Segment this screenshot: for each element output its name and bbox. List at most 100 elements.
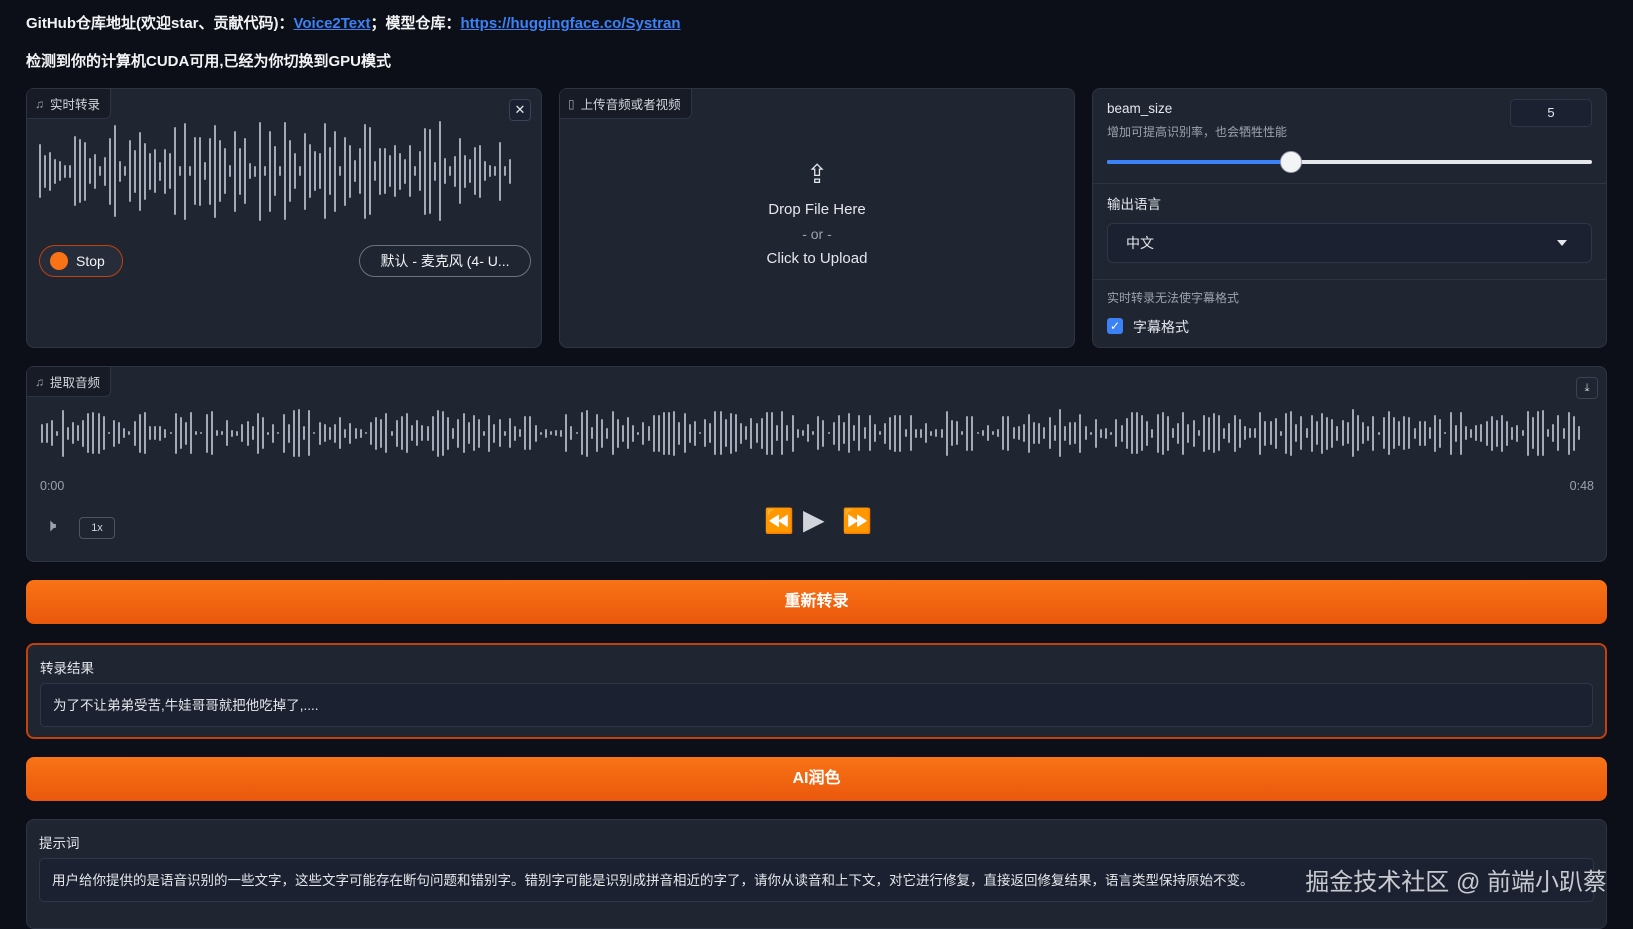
divider <box>1093 183 1606 184</box>
waveform-bar <box>41 423 43 443</box>
waveform-bar <box>1387 411 1390 455</box>
waveform-bar <box>894 414 897 452</box>
waveform-bar <box>395 419 398 447</box>
upload-dropzone[interactable]: ⇪ Drop File Here - or - Click to Upload <box>560 161 1074 267</box>
watermark: 掘金技术社区 @ 前端小趴蔡 <box>1305 869 1607 896</box>
waveform-bar <box>214 124 216 218</box>
waveform-bar <box>421 425 424 441</box>
waveform-bar <box>1434 414 1437 452</box>
waveform-bar <box>549 431 552 435</box>
waveform-bar <box>1572 415 1575 451</box>
waveform-bar <box>997 429 1000 437</box>
ai-polish-button[interactable]: AI润色 <box>26 757 1607 801</box>
waveform-bar <box>914 428 917 438</box>
waveform-bar <box>385 413 388 453</box>
waveform-bar <box>1377 431 1380 435</box>
waveform-bar <box>1526 410 1529 456</box>
waveform-bar <box>399 152 401 190</box>
output-language-select[interactable]: 中文 <box>1107 223 1592 263</box>
waveform-bar <box>464 154 466 188</box>
waveform-bar <box>1213 413 1216 453</box>
volume-icon[interactable]: 🕨 <box>45 515 56 536</box>
waveform-bar <box>97 412 100 454</box>
waveform-bar <box>349 144 351 198</box>
waveform-bar <box>837 415 840 451</box>
waveform-bar <box>812 431 815 435</box>
beam-size-input[interactable]: 5 <box>1510 99 1592 127</box>
waveform-bar <box>159 425 162 441</box>
model-link[interactable]: https://huggingface.co/Systran <box>461 15 681 32</box>
waveform-bar <box>359 148 361 194</box>
waveform-bar <box>1439 418 1442 448</box>
divider <box>1093 279 1606 280</box>
waveform-bar <box>755 423 758 443</box>
waveform-bar <box>627 417 630 449</box>
waveform-bar <box>1151 428 1154 438</box>
slider-thumb[interactable] <box>1280 151 1303 173</box>
waveform-bar <box>920 428 923 438</box>
waveform-bar <box>484 161 486 181</box>
waveform-bar <box>1454 424 1457 442</box>
waveform-bar <box>1279 430 1282 436</box>
waveform-bar <box>565 414 568 452</box>
waveform-bar <box>1382 417 1385 449</box>
waveform-bar <box>1516 424 1519 442</box>
waveform-bar <box>1326 416 1329 450</box>
waveform-bar <box>961 431 964 435</box>
repo-link[interactable]: Voice2Text <box>294 15 371 32</box>
result-textarea[interactable]: 为了不让弟弟受苦,牛娃哥哥就把他吃掉了,.... <box>40 683 1593 727</box>
waveform-bar <box>154 149 156 193</box>
waveform-bar <box>92 412 95 454</box>
waveform-bar <box>1290 410 1293 456</box>
waveform-bar <box>164 148 166 194</box>
waveform-bar <box>51 420 54 446</box>
waveform-bar <box>279 166 281 176</box>
waveform-bar <box>1403 416 1406 450</box>
subtitle-checkbox[interactable]: ✓ <box>1107 318 1123 334</box>
waveform-bar <box>375 416 378 450</box>
waveform-bar <box>251 426 254 440</box>
audio-waveform[interactable] <box>41 403 1591 463</box>
waveform-bar <box>817 416 820 450</box>
waveform-bar <box>1192 419 1195 447</box>
waveform-bar <box>904 429 907 437</box>
waveform-bar <box>1058 409 1061 457</box>
beam-size-slider[interactable] <box>1107 151 1592 173</box>
upload-icon: ⇪ <box>806 159 828 189</box>
waveform-bar <box>1028 413 1030 453</box>
waveform-bar <box>1110 431 1113 435</box>
waveform-bar <box>309 144 311 198</box>
live-waveform <box>39 121 519 221</box>
rewind-icon[interactable]: ⏪ <box>764 507 794 536</box>
play-icon[interactable]: ▶ <box>803 503 825 536</box>
waveform-bar <box>1300 416 1303 450</box>
waveform-bar <box>379 147 381 195</box>
microphone-select[interactable]: 默认 - 麦克风 (4- U... <box>359 245 531 277</box>
waveform-bar <box>1341 420 1344 446</box>
stop-button[interactable]: Stop <box>39 245 123 277</box>
waveform-bar <box>745 426 748 440</box>
waveform-bar <box>1202 414 1205 452</box>
waveform-bar <box>262 417 265 449</box>
waveform-bar <box>303 426 306 440</box>
waveform-bar <box>39 144 41 198</box>
close-icon[interactable]: ✕ <box>509 99 531 121</box>
live-panel-title: 实时转录 <box>50 98 101 112</box>
upload-panel-tag: ▯ 上传音频或者视频 <box>560 89 692 119</box>
waveform-bar <box>1392 417 1395 449</box>
chevron-down-icon <box>1557 240 1567 246</box>
waveform-bar <box>431 415 434 451</box>
playback-rate-button[interactable]: 1x <box>79 517 115 539</box>
retranscribe-button[interactable]: 重新转录 <box>26 580 1607 624</box>
waveform-bar <box>204 162 206 180</box>
waveform-bar <box>272 423 275 443</box>
waveform-bar <box>244 138 246 204</box>
waveform-bar <box>184 122 186 220</box>
upload-panel[interactable]: ▯ 上传音频或者视频 ⇪ Drop File Here - or - Click… <box>559 88 1075 348</box>
fast-forward-icon[interactable]: ⏩ <box>842 507 872 536</box>
download-icon[interactable]: ⤓ <box>1576 377 1598 399</box>
waveform-bar <box>899 414 902 452</box>
waveform-bar <box>89 158 91 184</box>
waveform-bar <box>940 428 943 438</box>
waveform-bar <box>210 411 213 455</box>
